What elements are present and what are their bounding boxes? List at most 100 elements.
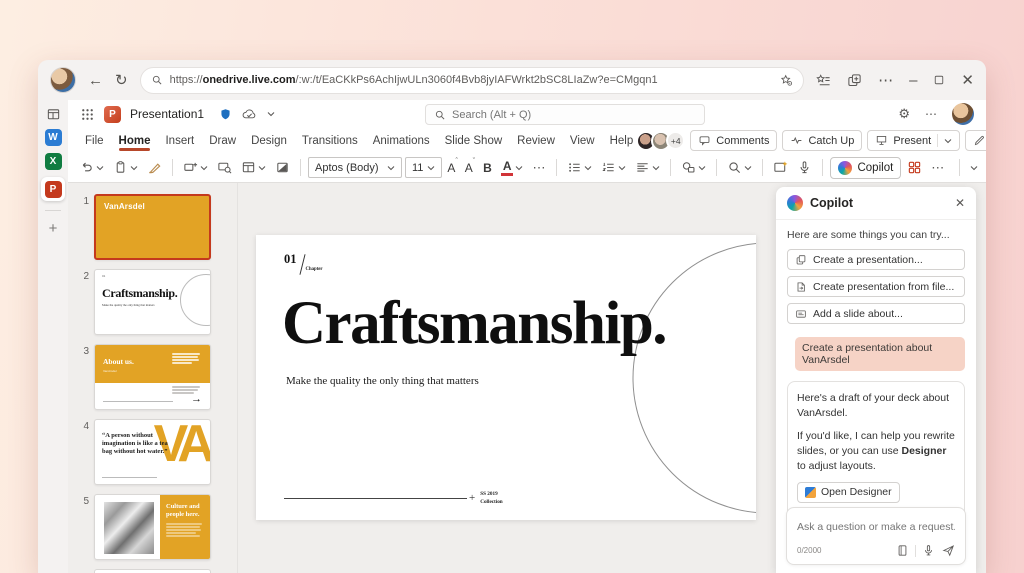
align-button[interactable] [632, 157, 663, 179]
footer-plus: + [469, 492, 476, 505]
tab-insert[interactable]: Insert [158, 132, 201, 150]
tab-animations[interactable]: Animations [366, 132, 437, 150]
voice-input-mic-icon[interactable] [922, 544, 935, 557]
tab-help[interactable]: Help [603, 132, 641, 150]
collapse-ribbon-chevron-icon[interactable] [970, 165, 978, 171]
browser-profile-avatar[interactable] [50, 67, 76, 93]
search-icon [434, 109, 446, 121]
present-chevron-icon[interactable] [944, 138, 952, 144]
paste-button[interactable] [110, 157, 141, 179]
suggestion-create-from-file[interactable]: Create presentation from file... [787, 276, 965, 297]
ribbon-more-button[interactable]: ⋯ [928, 160, 948, 176]
send-icon[interactable] [942, 544, 955, 557]
excel-app-icon[interactable]: X [44, 153, 62, 170]
format-painter-button[interactable] [144, 157, 165, 179]
thumbnail-slide-1[interactable]: VanArsdel [94, 194, 211, 260]
browser-more-icon[interactable]: ⋯ [878, 71, 893, 89]
thumbnail-slide-6-partial[interactable] [94, 569, 211, 573]
present-button[interactable]: Present [867, 130, 961, 151]
favorite-star-icon[interactable] [780, 74, 793, 87]
save-status-chevron-icon[interactable] [267, 111, 275, 117]
back-icon[interactable]: ← [88, 72, 103, 89]
current-slide[interactable]: 01 Chapter Craftsmanship. Make the quali… [256, 235, 756, 520]
prompt-guide-icon[interactable] [896, 544, 909, 557]
document-title[interactable]: Presentation1 [130, 107, 204, 121]
font-name-select[interactable]: Aptos (Body) [308, 157, 402, 178]
undo-button[interactable] [76, 157, 107, 179]
presence-avatars[interactable]: +4 [636, 130, 686, 151]
tab-groups-icon[interactable] [847, 73, 862, 88]
search-input[interactable] [452, 108, 696, 121]
thumbnail-item-4[interactable]: 4 VA “A person without imagination is li… [74, 419, 237, 485]
grow-font-button[interactable]: Aˆ [445, 158, 459, 175]
reuse-slides-button[interactable] [214, 157, 235, 179]
thumbnail-item-2[interactable]: 2 01 Craftsmanship. Make the quality the… [74, 269, 237, 335]
numbering-button[interactable] [598, 157, 629, 179]
bold-button[interactable]: B [480, 161, 495, 175]
open-designer-button[interactable]: Open Designer [797, 482, 900, 504]
chapter-block[interactable]: 01 Chapter [284, 252, 323, 275]
thumbnail-slide-4[interactable]: VA “A person without imagination is like… [94, 419, 211, 485]
settings-gear-icon[interactable]: ⚙ [898, 106, 910, 122]
ribbon-toolbar: Aptos (Body) 11 Aˆ Aˇ B A ⋯ Copilot ⋯ [68, 153, 986, 183]
word-app-icon[interactable]: W [44, 129, 62, 146]
thumbnail-slide-5[interactable]: Culture and people here. [94, 494, 211, 560]
app-rail: W X P + [38, 100, 68, 573]
tab-view[interactable]: View [563, 132, 602, 150]
rail-add-icon[interactable]: + [49, 220, 58, 237]
copilot-input-box[interactable]: 0/2000 [786, 507, 966, 565]
font-size-select[interactable]: 11 [405, 157, 443, 178]
presence-count-badge[interactable]: +4 [666, 131, 686, 150]
editing-mode-button[interactable]: Editing [965, 130, 986, 151]
thumbnail-slide-2[interactable]: 01 Craftsmanship. Make the quality the o… [94, 269, 211, 335]
refresh-icon[interactable]: ↻ [115, 71, 128, 89]
close-window-icon[interactable]: ✕ [961, 71, 974, 89]
designer-button[interactable] [770, 157, 791, 179]
app-launcher-waffle-icon[interactable] [80, 107, 95, 122]
suggestion-add-slide[interactable]: Add a slide about... [787, 303, 965, 324]
search-box[interactable] [425, 104, 705, 125]
account-avatar[interactable] [952, 103, 974, 125]
font-more-button[interactable]: ⋯ [529, 160, 549, 176]
suggestion-create-presentation[interactable]: Create a presentation... [787, 249, 965, 270]
thumbnail-item-5[interactable]: 5 Culture and people here. [74, 494, 237, 560]
find-button[interactable] [724, 157, 755, 179]
favorites-bar-icon[interactable] [816, 73, 831, 88]
thumbnail-item-1[interactable]: 1 VanArsdel [74, 194, 237, 260]
saved-to-cloud-icon[interactable] [241, 107, 258, 121]
dictate-button[interactable] [794, 157, 815, 179]
shrink-font-button[interactable]: Aˇ [463, 158, 477, 175]
tab-design[interactable]: Design [244, 132, 294, 150]
tab-review[interactable]: Review [510, 132, 562, 150]
reset-slide-button[interactable] [272, 157, 293, 179]
minimize-icon[interactable]: – [909, 72, 917, 89]
powerpoint-app-selected[interactable]: P [41, 177, 65, 201]
catch-up-button[interactable]: Catch Up [782, 130, 863, 151]
slide-title[interactable]: Craftsmanship. [282, 293, 668, 354]
copilot-ribbon-button[interactable]: Copilot [830, 156, 902, 179]
copilot-close-icon[interactable]: ✕ [955, 196, 965, 210]
tab-transitions[interactable]: Transitions [295, 132, 365, 150]
tab-file[interactable]: File [78, 132, 111, 150]
app-switcher-icon[interactable] [46, 107, 61, 122]
maximize-icon[interactable] [933, 74, 945, 86]
designer-pane-button[interactable] [904, 157, 925, 179]
header-more-icon[interactable]: ⋯ [925, 107, 937, 121]
copilot-panel: Copilot ✕ Here are some things you can t… [776, 187, 976, 573]
bullets-button[interactable] [564, 157, 595, 179]
copilot-prompt-input[interactable] [797, 521, 955, 533]
slide-subtitle[interactable]: Make the quality the only thing that mat… [286, 375, 479, 387]
shapes-button[interactable] [678, 157, 709, 179]
comments-button[interactable]: Comments [690, 130, 778, 151]
thumbnail-item-3[interactable]: 3 About us. VanArsdel → [74, 344, 237, 410]
align-icon [635, 160, 650, 175]
thumbnail-slide-3[interactable]: About us. VanArsdel → [94, 344, 211, 410]
tab-draw[interactable]: Draw [202, 132, 243, 150]
tab-home[interactable]: Home [112, 132, 158, 151]
tab-slideshow[interactable]: Slide Show [438, 132, 510, 150]
copy-slides-icon [795, 254, 807, 266]
font-color-button[interactable]: A [498, 157, 527, 179]
layout-button[interactable] [238, 157, 269, 179]
address-bar[interactable]: https://onedrive.live.com/:w:/t/EaCKkPs6… [139, 66, 805, 94]
new-slide-button[interactable] [180, 157, 211, 179]
